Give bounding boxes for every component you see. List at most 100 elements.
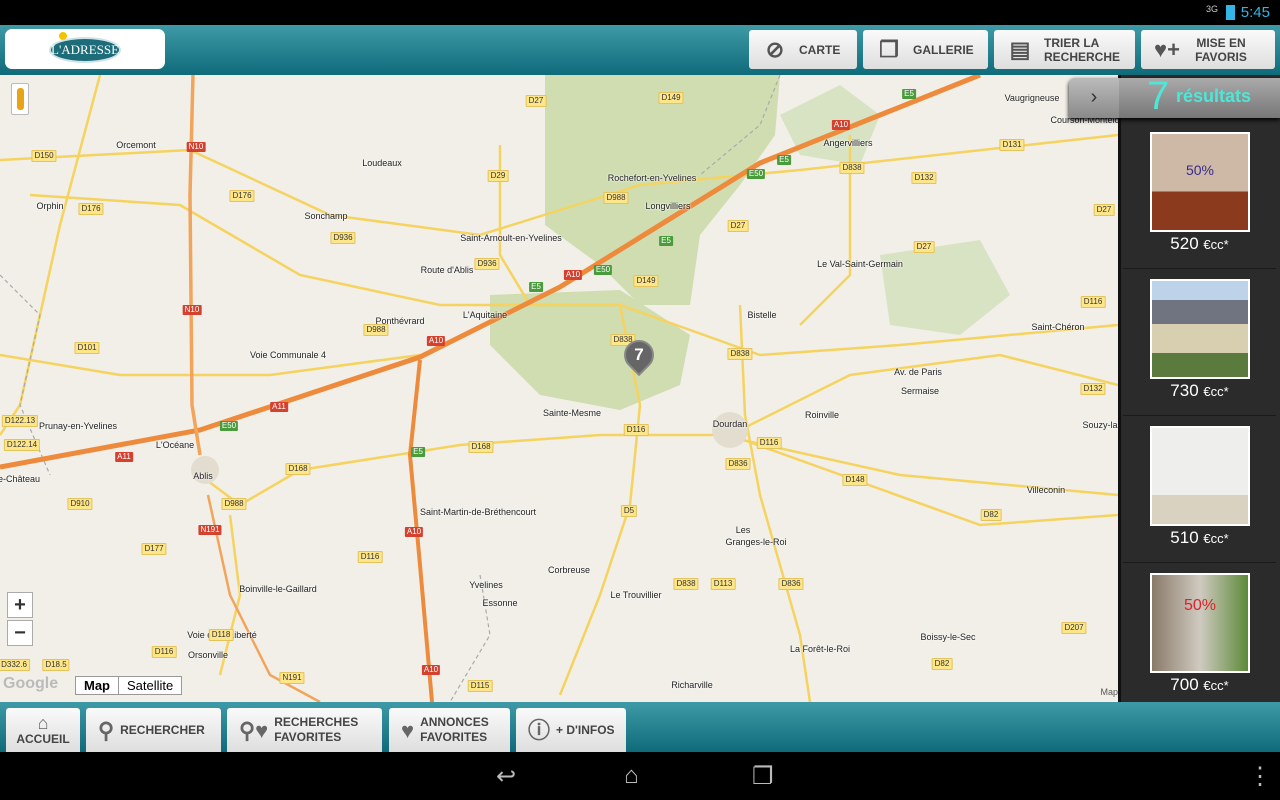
back-icon[interactable]: ↩ [496,762,516,791]
place-label: Angervilliers [823,138,873,148]
road-badge: D168 [285,463,311,475]
annonces-favorites-button[interactable]: ♥ ANNONCES FAVORITES [389,708,510,752]
road-badge: D936 [330,232,356,244]
heart-plus-icon: ♥+ [1154,36,1180,62]
cluster-count[interactable]: 7 [624,341,654,369]
heart-icon: ♥ [401,717,415,743]
place-label: le-Château [0,474,41,484]
favoris-button[interactable]: ♥+ MISE EN FAVORIS [1141,30,1275,69]
result-item[interactable]: 50% 520 €cc* [1123,122,1276,269]
result-item[interactable]: 510 €cc* [1123,416,1276,563]
zoom-out-button[interactable]: − [7,620,33,646]
road-badge: N10 [182,305,202,315]
rechercher-button[interactable]: ⚲ RECHERCHER [86,708,221,752]
gallerie-button[interactable]: ❐ GALLERIE [863,30,988,69]
clock: 5:45 [1240,4,1270,21]
search-icon: ⚲ [98,717,115,743]
price-unit: €cc* [1203,237,1229,252]
result-thumbnail: 50% [1150,132,1250,232]
map[interactable]: VaugrigneuseCourson-MonteloupOrcemontAng… [0,75,1118,702]
place-label: Orcemont [116,140,156,150]
price-value: 510 [1170,528,1199,547]
road-badge: D910 [67,498,93,510]
results-header[interactable]: › 7 résultats [1069,74,1280,118]
road-badge: E5 [777,155,791,165]
place-label: Les [735,525,751,535]
tray-icon: ▤ [1009,36,1031,62]
place-label: Sainte-Mesme [542,408,602,418]
place-label: Essonne [482,598,518,608]
road-badge: D27 [525,95,547,107]
result-price: 520 €cc* [1123,234,1276,254]
road-badge: E5 [411,447,425,457]
place-label: Saint-Chéron [1031,322,1085,332]
place-label: Dourdan [712,419,748,429]
price-value: 520 [1170,234,1199,253]
zoom-in-button[interactable]: + [7,592,33,618]
logo[interactable]: L'ADRESSE [5,29,165,69]
road-badge: D988 [363,324,389,336]
place-label: Vaugrigneuse [1004,93,1060,103]
accueil-button[interactable]: ⌂ ACCUEIL [6,708,80,752]
recherches-favorites-button[interactable]: ⚲♥ RECHERCHES FAVORITES [227,708,382,752]
road-badge: D122.13 [1,415,39,427]
road-badge: D168 [468,441,494,453]
button-label: CARTE [799,42,841,57]
road-badge: E5 [659,236,673,246]
result-item[interactable]: 50% 700 €cc* [1123,563,1276,710]
map-type-satellite[interactable]: Satellite [119,677,181,694]
road-badge: D82 [931,658,953,670]
place-label: Boissy-le-Sec [920,632,976,642]
result-price: 700 €cc* [1123,675,1276,695]
trier-button[interactable]: ▤ TRIER LA RECHERCHE [994,30,1135,69]
map-copyright[interactable]: Map [1100,687,1118,697]
carte-button[interactable]: ⊘ CARTE [749,30,857,69]
street-view-pegman[interactable] [11,83,29,115]
button-label: RECHERCHER [120,722,205,737]
recent-apps-icon[interactable]: ❐ [752,762,774,791]
map-type-control: Map Satellite [75,676,183,695]
road-badge: D27 [727,220,749,232]
road-badge: D176 [229,190,255,202]
place-label: Voie Communale 4 [249,350,327,360]
place-label: Bistelle [747,310,777,320]
google-logo: Google [3,675,59,692]
result-item[interactable]: 730 €cc* [1123,269,1276,416]
road-badge: D988 [221,498,247,510]
gallery-icon: ❐ [879,36,899,62]
road-badge: D836 [778,578,804,590]
overflow-menu-icon[interactable]: ⋮ [1248,762,1272,791]
road-badge: A10 [426,336,446,346]
road-badge: D838 [727,348,753,360]
button-label: MISE EN FAVORIS [1195,35,1247,64]
place-label: L'Océane [155,440,195,450]
road-badge: D149 [658,92,684,104]
place-label: Sermaise [900,386,940,396]
button-label: GALLERIE [913,42,974,57]
road-badge: D836 [725,458,751,470]
price-unit: €cc* [1203,678,1229,693]
road-badge: D27 [1093,204,1115,216]
road-badge: A10 [563,270,583,280]
place-label: Granges-le-Roi [725,537,787,547]
battery-icon [1226,5,1235,20]
road-badge: A10 [404,527,424,537]
place-label: Orphin [36,201,64,211]
place-label: Saint-Arnoult-en-Yvelines [460,233,562,243]
place-label: Ablis [193,471,213,481]
road-badge: D176 [78,203,104,215]
home-nav-icon[interactable]: ⌂ [624,762,639,790]
road-badge: D116 [357,551,383,563]
place-label: La Forêt-le-Roi [789,644,851,654]
road-badge: D148 [842,474,868,486]
place-label: Longvilliers [645,201,691,211]
road-badge: N191 [279,672,305,684]
road-badge: D116 [756,437,782,449]
place-label: Le Trouvillier [610,590,662,600]
road-badge: D150 [31,150,57,162]
price-unit: €cc* [1203,384,1229,399]
road-badge: D122.14 [3,439,41,451]
infos-button[interactable]: ⓘ + D'INFOS [516,708,626,752]
chevron-right-icon[interactable]: › [1069,78,1119,118]
map-type-map[interactable]: Map [76,677,119,694]
